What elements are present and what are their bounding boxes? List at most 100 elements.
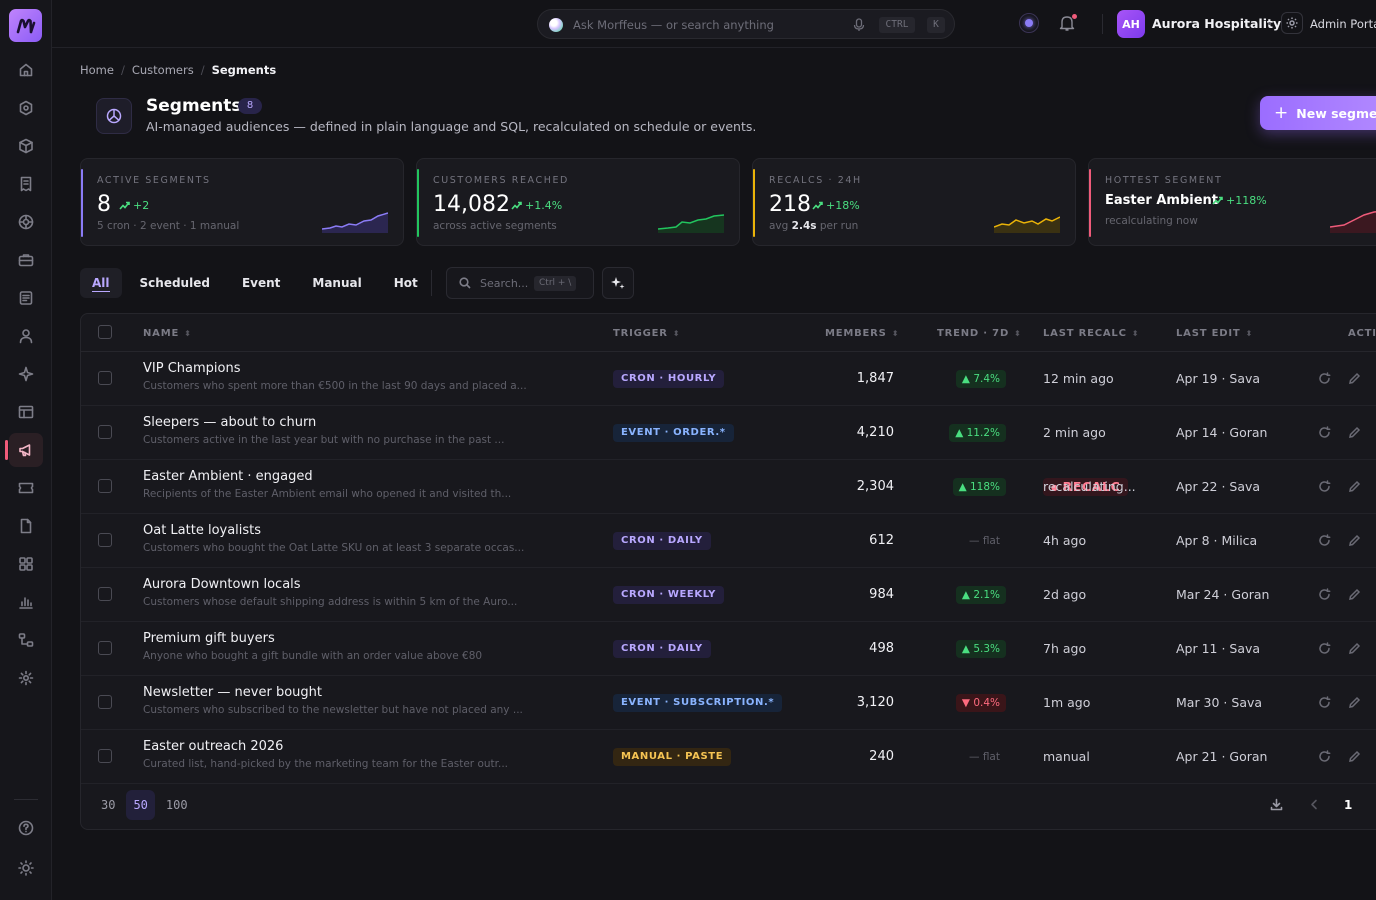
recalculate-button[interactable] xyxy=(1318,426,1332,440)
table-row[interactable]: VIP Champions Customers who spent more th… xyxy=(81,352,1376,406)
row-checkbox[interactable] xyxy=(98,533,112,547)
column-header-name[interactable]: NAME ⬍ xyxy=(143,314,192,352)
tab-hot[interactable]: Hot xyxy=(382,268,430,298)
edit-button[interactable] xyxy=(1348,642,1362,656)
edit-button[interactable] xyxy=(1348,588,1362,602)
admin-portal-label[interactable]: Admin Portal xyxy=(1310,17,1376,31)
file-icon xyxy=(20,518,32,534)
settings-icon xyxy=(18,670,34,686)
segment-name[interactable]: Easter outreach 2026 xyxy=(143,739,283,754)
table-row[interactable]: Newsletter — never bought Customers who s… xyxy=(81,676,1376,730)
stat-card-active-segments[interactable]: ACTIVE SEGMENTS 8 +2 5 cron · 2 event · … xyxy=(80,158,404,246)
sidebar-item-products[interactable] xyxy=(9,129,43,163)
sidebar-item-home[interactable] xyxy=(9,53,43,87)
logo[interactable] xyxy=(9,9,42,42)
sidebar-item-tickets[interactable] xyxy=(9,471,43,505)
recalculate-button[interactable] xyxy=(1318,480,1332,494)
table-row[interactable]: Aurora Downtown locals Customers whose de… xyxy=(81,568,1376,622)
sidebar-item-orders[interactable] xyxy=(9,167,43,201)
trend-badge: ▲ 2.1% xyxy=(955,586,1006,604)
page-size-option[interactable]: 30 xyxy=(94,790,122,820)
row-checkbox[interactable] xyxy=(98,695,112,709)
previous-page-button[interactable] xyxy=(1308,798,1322,812)
sidebar-item-integrations[interactable] xyxy=(9,205,43,239)
sidebar-item-theme[interactable] xyxy=(9,851,43,885)
card-accent-bar xyxy=(81,169,83,237)
sidebar-item-settings[interactable] xyxy=(9,661,43,695)
edit-button[interactable] xyxy=(1348,750,1362,764)
sidebar-item-tables[interactable] xyxy=(9,395,43,429)
sidebar-item-customers[interactable] xyxy=(9,319,43,353)
sidebar-item-help[interactable] xyxy=(9,811,43,845)
sidebar-item-apps[interactable] xyxy=(9,547,43,581)
recalculate-button[interactable] xyxy=(1318,642,1332,656)
table-row[interactable]: Premium gift buyers Anyone who bought a g… xyxy=(81,622,1376,676)
page-size-option[interactable]: 100 xyxy=(159,790,195,820)
sidebar-item-marketing[interactable] xyxy=(5,433,43,467)
global-search[interactable]: Ask Morffeus — or search anything CTRL K xyxy=(537,9,955,39)
record-button[interactable] xyxy=(1019,13,1039,33)
sidebar-item-content[interactable] xyxy=(9,281,43,315)
row-checkbox[interactable] xyxy=(98,641,112,655)
sidebar-item-dashboard[interactable] xyxy=(9,91,43,125)
edit-button[interactable] xyxy=(1348,696,1362,710)
edit-button[interactable] xyxy=(1348,534,1362,548)
segment-name[interactable]: Newsletter — never bought xyxy=(143,685,322,700)
column-header-members[interactable]: MEMBERS ⬍ xyxy=(825,314,899,352)
recalculate-button[interactable] xyxy=(1318,534,1332,548)
stat-card-hottest-segment[interactable]: HOTTEST SEGMENT Easter Ambient +118% rec… xyxy=(1088,158,1376,246)
new-segment-button[interactable]: + New segment xyxy=(1260,96,1376,130)
breadcrumb-customers[interactable]: Customers xyxy=(132,63,194,77)
row-checkbox[interactable] xyxy=(98,749,112,763)
sidebar-item-ai[interactable] xyxy=(9,357,43,391)
edit-button[interactable] xyxy=(1348,480,1362,494)
table-row[interactable]: Oat Latte loyalists Customers who bought … xyxy=(81,514,1376,568)
edit-button[interactable] xyxy=(1348,372,1362,386)
column-header-last-recalc[interactable]: LAST RECALC ⬍ xyxy=(1043,314,1139,352)
row-checkbox[interactable] xyxy=(98,425,112,439)
admin-portal-button[interactable] xyxy=(1281,12,1303,34)
sidebar-item-files[interactable] xyxy=(9,509,43,543)
select-all-checkbox[interactable] xyxy=(98,325,112,339)
segment-name[interactable]: Oat Latte loyalists xyxy=(143,523,261,538)
microphone-icon[interactable] xyxy=(853,18,865,32)
recalculate-button[interactable] xyxy=(1318,696,1332,710)
table-row[interactable]: Easter Ambient · engaged Recipients of th… xyxy=(81,460,1376,514)
current-page-number[interactable]: 1 xyxy=(1344,798,1352,812)
row-checkbox[interactable] xyxy=(98,479,112,493)
sidebar-item-analytics[interactable] xyxy=(9,585,43,619)
segment-search-input[interactable]: Search... Ctrl + \ xyxy=(446,267,594,299)
column-header-label: LAST RECALC xyxy=(1043,327,1127,339)
org-name[interactable]: Aurora Hospitality xyxy=(1152,16,1281,31)
tab-manual[interactable]: Manual xyxy=(300,268,373,298)
segment-name[interactable]: Easter Ambient · engaged xyxy=(143,469,313,484)
edit-button[interactable] xyxy=(1348,426,1362,440)
export-button[interactable] xyxy=(1270,798,1284,812)
tab-scheduled[interactable]: Scheduled xyxy=(128,268,222,298)
recalculate-button[interactable] xyxy=(1318,588,1332,602)
recalculate-button[interactable] xyxy=(1318,750,1332,764)
stat-card-recalcs[interactable]: RECALCS · 24H 218 +18% avg 2.4s per run xyxy=(752,158,1076,246)
page-size-option-selected[interactable]: 50 xyxy=(126,790,155,820)
ai-filter-button[interactable] xyxy=(602,267,634,299)
segment-name[interactable]: Aurora Downtown locals xyxy=(143,577,301,592)
segment-name[interactable]: VIP Champions xyxy=(143,361,240,376)
column-header-last-edit[interactable]: LAST EDIT ⬍ xyxy=(1176,314,1253,352)
breadcrumb-home[interactable]: Home xyxy=(80,63,114,77)
row-checkbox[interactable] xyxy=(98,371,112,385)
segment-name[interactable]: Sleepers — about to churn xyxy=(143,415,316,430)
sidebar-item-inventory[interactable] xyxy=(9,243,43,277)
stat-card-customers-reached[interactable]: CUSTOMERS REACHED 14,082 +1.4% across ac… xyxy=(416,158,740,246)
tab-all[interactable]: All xyxy=(80,268,122,298)
tab-event[interactable]: Event xyxy=(230,268,292,298)
sidebar-item-workflows[interactable] xyxy=(9,623,43,657)
segment-name[interactable]: Premium gift buyers xyxy=(143,631,275,646)
table-row[interactable]: Sleepers — about to churn Customers activ… xyxy=(81,406,1376,460)
row-checkbox[interactable] xyxy=(98,587,112,601)
column-header-trigger[interactable]: TRIGGER ⬍ xyxy=(613,314,680,352)
table-row[interactable]: Easter outreach 2026 Curated list, hand-p… xyxy=(81,730,1376,784)
logo-m-icon xyxy=(16,18,35,33)
column-header-trend[interactable]: TREND · 7D ⬍ xyxy=(937,314,1022,352)
org-avatar[interactable]: AH xyxy=(1117,10,1145,38)
recalculate-button[interactable] xyxy=(1318,372,1332,386)
